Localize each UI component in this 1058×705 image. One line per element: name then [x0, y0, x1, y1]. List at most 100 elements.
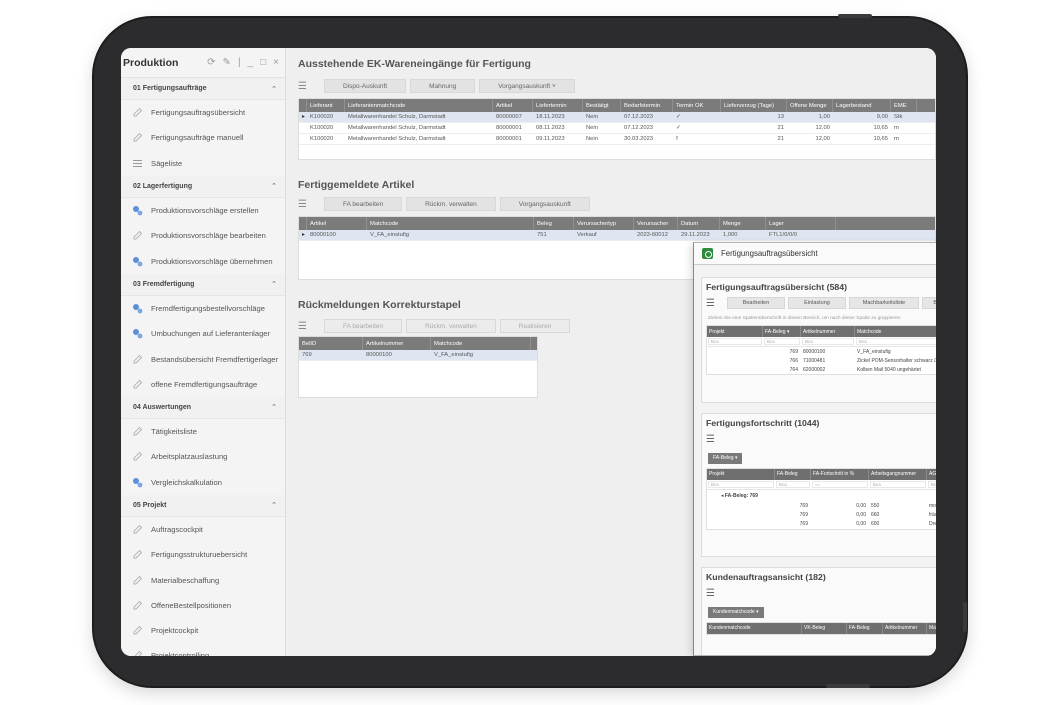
- sidebar-group-header[interactable]: 05 Projekt ⌃: [121, 494, 285, 517]
- filter-input[interactable]: Bca: [928, 480, 936, 488]
- hamburger-icon[interactable]: ☰: [706, 588, 716, 599]
- sidebar-group-header[interactable]: 02 Lagerfertigung ⌃: [121, 175, 285, 198]
- group-chip[interactable]: FA-Beleg ▾: [708, 452, 743, 464]
- column-header[interactable]: Datum: [678, 217, 720, 230]
- table-row[interactable]: ▸ K100020 Metallwarenhandel Schulz, Darmst…: [299, 112, 935, 123]
- column-header[interactable]: Verursacher: [634, 217, 678, 230]
- column-header[interactable]: Projekt: [707, 468, 775, 480]
- mahnung-button[interactable]: Mahnung: [410, 79, 476, 93]
- close-icon[interactable]: ×: [273, 57, 279, 68]
- column-header[interactable]: BelID: [299, 337, 363, 350]
- collapse-icon[interactable]: ⌃: [271, 403, 277, 411]
- fa-bearbeiten-button[interactable]: FA bearbeiten: [324, 319, 403, 333]
- filter-input[interactable]: Bca: [776, 480, 810, 488]
- column-header[interactable]: FA-Beleg: [847, 622, 883, 634]
- sidebar-item[interactable]: Produktionsvorschläge bearbeiten: [121, 223, 285, 248]
- column-header[interactable]: Lagerbestand: [833, 99, 891, 112]
- vorgangsauskunft-button[interactable]: Vorgangsauskunft ˅: [479, 79, 575, 93]
- column-header[interactable]: Matchcode: [367, 217, 534, 230]
- maximize-icon[interactable]: □: [260, 57, 266, 68]
- filter-input[interactable]: Bca: [856, 338, 936, 345]
- filter-input[interactable]: Bca: [870, 480, 926, 488]
- group-row[interactable]: ◂ FA-Beleg: 769: [707, 490, 936, 502]
- hamburger-icon[interactable]: ☰: [298, 81, 312, 92]
- collapse-icon[interactable]: ⌃: [271, 182, 277, 190]
- sidebar-item[interactable]: Produktionsvorschläge übernehmen: [121, 248, 285, 273]
- panel-toolbar-button[interactable]: Einlastung: [788, 297, 846, 309]
- sidebar-item[interactable]: offene Fremdfertigungsaufträge: [121, 372, 285, 397]
- collapse-icon[interactable]: ⌃: [271, 85, 277, 93]
- column-header[interactable]: FA-Fortschritt in %: [811, 468, 869, 480]
- panel-toolbar-button[interactable]: Bearbeiten: [727, 297, 785, 309]
- sidebar-item[interactable]: Bestandsübersicht Fremdfertigerlager: [121, 346, 285, 371]
- table-row[interactable]: 769 80000100 V_FA_einstufig: [299, 350, 537, 361]
- filter-input[interactable]: Bca: [764, 338, 800, 345]
- sidebar-group-header[interactable]: 03 Fremdfertigung ⌃: [121, 273, 285, 296]
- sidebar-item[interactable]: Fremdfertigungsbestellvorschläge: [121, 296, 285, 321]
- sidebar-item[interactable]: Vergleichskalkulation: [121, 470, 285, 495]
- table-row[interactable]: K100020 Metallwarenhandel Schulz, Darmsta…: [299, 134, 935, 145]
- panel-toolbar-button[interactable]: Beleg drucken: [922, 297, 936, 309]
- column-header[interactable]: Artikel: [493, 99, 533, 112]
- minimize-icon[interactable]: _: [248, 57, 254, 68]
- column-header[interactable]: Lieferantenmatchcode: [345, 99, 493, 112]
- group-chip[interactable]: Kundenmatchcode ▾: [708, 606, 764, 618]
- column-header[interactable]: Matchcode: [855, 326, 936, 337]
- column-header[interactable]: Lieferverzug (Tage): [721, 99, 787, 112]
- sidebar-item[interactable]: Auftragscockpit: [121, 517, 285, 542]
- sidebar-item[interactable]: Fertigungsauftragsübersicht: [121, 100, 285, 125]
- filter-input[interactable]: Bca: [708, 338, 762, 345]
- filter-input[interactable]: Bca: [708, 480, 774, 488]
- rueckm-verwalten-button[interactable]: Rückm. verwalten: [406, 197, 496, 211]
- sidebar-item[interactable]: Materialbeschaffung: [121, 567, 285, 592]
- collapse-icon[interactable]: ⌃: [271, 501, 277, 509]
- column-header[interactable]: AG-Matchcode: [927, 469, 936, 480]
- fa-bearbeiten-button[interactable]: FA bearbeiten: [324, 197, 403, 211]
- collapse-icon[interactable]: ⌃: [271, 280, 277, 288]
- table-row[interactable]: 7690,00600Drehen nach Zeichnung2000: [707, 520, 936, 529]
- vorgangsauskunft-button[interactable]: Vorgangsauskunft: [499, 197, 590, 211]
- column-header[interactable]: Menge: [720, 217, 766, 230]
- column-header[interactable]: Lager: [766, 217, 836, 230]
- column-header[interactable]: Artikelnummer: [883, 622, 927, 634]
- column-header[interactable]: EME: [891, 99, 917, 112]
- refresh-icon[interactable]: ⟳: [207, 57, 215, 68]
- hamburger-icon[interactable]: ☰: [298, 321, 312, 332]
- column-header[interactable]: Liefertermin: [533, 99, 583, 112]
- dispo-auskunft-button[interactable]: Dispo-Auskunft: [324, 79, 407, 93]
- table-row[interactable]: 7690,00550montieren - Endmontage9050: [707, 502, 936, 511]
- sidebar-item[interactable]: OffeneBestellpositionen: [121, 593, 285, 618]
- sidebar-item[interactable]: Sägeliste: [121, 151, 285, 176]
- sidebar-item[interactable]: Umbuchungen auf Lieferantenlager: [121, 321, 285, 346]
- sidebar-item[interactable]: Projektcockpit: [121, 618, 285, 643]
- column-header[interactable]: FA-Beleg: [775, 468, 811, 480]
- column-header[interactable]: Matchcode: [431, 337, 531, 350]
- sidebar-item[interactable]: Produktionsvorschläge erstellen: [121, 198, 285, 223]
- column-header[interactable]: Bestätigt: [583, 99, 621, 112]
- sidebar-group-header[interactable]: 01 Fertigungsaufträge ⌃: [121, 78, 285, 100]
- sidebar-item[interactable]: Tätigkeitsliste: [121, 419, 285, 444]
- filter-input[interactable]: Bca: [802, 338, 854, 345]
- column-header[interactable]: VK-Beleg: [802, 622, 847, 634]
- hamburger-icon[interactable]: ☰: [298, 199, 312, 210]
- table-row[interactable]: 7690,00660fräsen3000: [707, 511, 936, 520]
- column-header[interactable]: Offene Menge: [787, 99, 833, 112]
- sidebar-item[interactable]: Projektcontrolling: [121, 643, 285, 656]
- column-header[interactable]: Artikelnummer: [801, 326, 855, 337]
- column-header[interactable]: Beleg: [534, 217, 574, 230]
- hamburger-icon[interactable]: ☰: [706, 298, 716, 309]
- sidebar-item[interactable]: Fertigungsstrukturuebersicht: [121, 542, 285, 567]
- column-header[interactable]: Artikelnummer: [363, 337, 431, 350]
- sidebar-item[interactable]: Fertigungsaufträge manuell: [121, 125, 285, 150]
- column-header[interactable]: Verursachertyp: [574, 217, 634, 230]
- table-row[interactable]: ▸ 80000100 V_FA_einstufig 751 Verkauf 2023-60…: [299, 230, 935, 241]
- hamburger-icon[interactable]: ☰: [706, 434, 716, 445]
- table-row[interactable]: 76980000100V_FA_einstufigVK14.12.2023: [707, 347, 936, 356]
- column-header[interactable]: Termin OK: [673, 99, 721, 112]
- table-row[interactable]: 76462000002Kolben Mail 5040 ungehärtetFA…: [707, 365, 936, 374]
- rueckm-verwalten-button[interactable]: Rückm. verwalten: [406, 319, 496, 333]
- table-row[interactable]: 766 71000481 Zickel POM-Sensorhalter schwa…: [707, 356, 936, 365]
- column-header[interactable]: Arbeitsgangnummer: [869, 468, 927, 480]
- realisieren-button[interactable]: Realisieren: [499, 319, 571, 333]
- column-header[interactable]: Projekt: [707, 326, 763, 337]
